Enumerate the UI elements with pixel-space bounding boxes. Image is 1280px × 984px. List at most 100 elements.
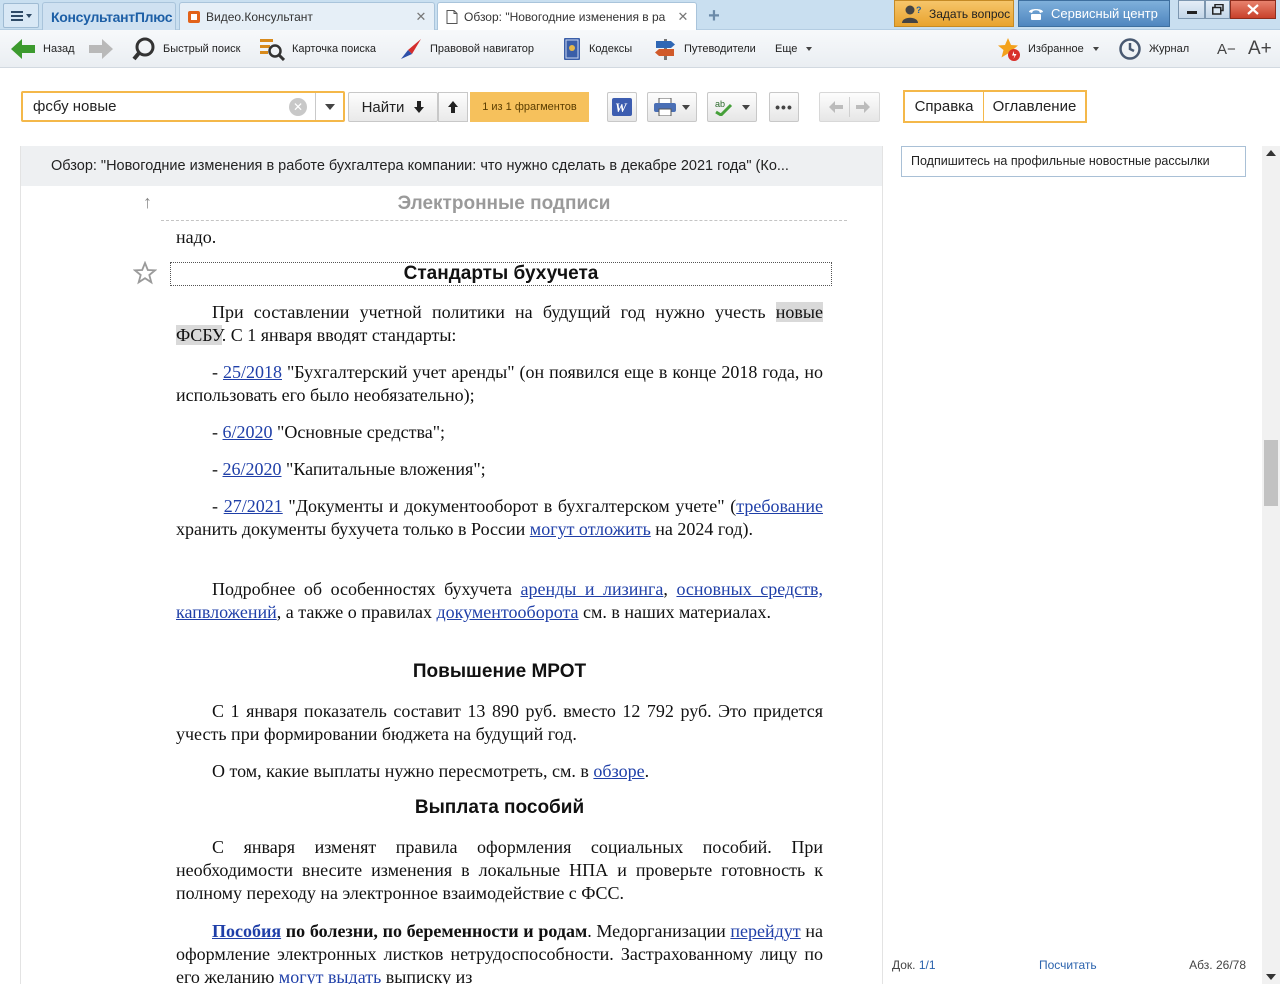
scroll-thumb[interactable] bbox=[1264, 440, 1278, 506]
link-may-postpone[interactable]: могут отложить bbox=[530, 519, 651, 539]
tab-table-of-contents[interactable]: Оглавление bbox=[983, 90, 1087, 123]
clear-icon[interactable]: ✕ bbox=[289, 97, 307, 116]
link-lease-leasing[interactable]: аренды и лизинга bbox=[521, 579, 664, 599]
arrow-up-icon[interactable]: ↑ bbox=[143, 192, 152, 213]
paragraph-mrot-review: О том, какие выплаты нужно пересмотреть,… bbox=[176, 760, 823, 783]
tab-consultant-plus[interactable]: КонсультантПлюс bbox=[42, 2, 176, 30]
person-question-icon: ? bbox=[902, 5, 922, 23]
link-may[interactable]: могут bbox=[279, 967, 324, 984]
scroll-up-arrow-icon[interactable] bbox=[1266, 150, 1276, 156]
quick-search-label: Быстрый поиск bbox=[163, 43, 241, 55]
journal-button[interactable]: Журнал bbox=[1118, 30, 1189, 68]
doc-counter: Док. 1/1 bbox=[892, 958, 936, 972]
arrow-left-icon[interactable] bbox=[829, 101, 843, 113]
back-arrow-icon bbox=[11, 39, 35, 59]
phone-icon bbox=[1029, 8, 1043, 20]
paragraph-more-info: Подробнее об особенностях бухучета аренд… bbox=[176, 578, 823, 624]
font-decrease-label: A− bbox=[1217, 40, 1236, 58]
tab-video-consultant[interactable]: Видео.Консультант ✕ bbox=[179, 2, 435, 30]
main-toolbar: Назад Быстрый поиск Карточка поиска Прав… bbox=[0, 30, 1280, 68]
search-history-dropdown[interactable] bbox=[315, 93, 343, 120]
back-button[interactable]: Назад bbox=[10, 30, 75, 68]
print-button[interactable] bbox=[647, 92, 697, 122]
star-bookmark-icon[interactable] bbox=[133, 261, 157, 285]
svg-text:?: ? bbox=[916, 5, 922, 15]
text: по болезни, по беременности и родам bbox=[281, 921, 588, 941]
spellcheck-button[interactable]: ab bbox=[707, 92, 757, 122]
list-item-fsbu-25-2018: - 25/2018 "Бухгалтерский учет аренды" (о… bbox=[176, 361, 823, 407]
legal-navigator-button[interactable]: Правовой навигатор bbox=[399, 30, 534, 68]
more-label: Еще bbox=[775, 43, 798, 55]
close-window-button[interactable] bbox=[1230, 0, 1276, 19]
favorites-button[interactable]: Избранное bbox=[997, 30, 1099, 68]
star-favorites-icon bbox=[998, 38, 1020, 61]
find-previous-button[interactable] bbox=[438, 92, 468, 122]
guides-button[interactable]: Путеводители bbox=[653, 30, 756, 68]
count-button[interactable]: Посчитать bbox=[1039, 958, 1097, 972]
doc-counter-label: Док. bbox=[892, 958, 916, 972]
more-actions-button[interactable]: ••• bbox=[769, 92, 799, 122]
codexes-label: Кодексы bbox=[589, 43, 633, 55]
search-input[interactable] bbox=[23, 93, 289, 120]
link-fsbu-26-2020[interactable]: 26/2020 bbox=[223, 459, 282, 479]
arrow-up-icon bbox=[448, 101, 458, 113]
minimize-window-button[interactable] bbox=[1178, 0, 1205, 19]
right-info-panel: Подпишитесь на профильные новостные расс… bbox=[883, 146, 1262, 984]
chevron-down-icon bbox=[324, 103, 335, 110]
paragraph-counter: Абз. 26/78 bbox=[1189, 958, 1246, 972]
link-requirement[interactable]: требование bbox=[736, 496, 823, 516]
link-fsbu-27-2021[interactable]: 27/2021 bbox=[224, 496, 283, 516]
arrow-down-icon bbox=[414, 101, 425, 113]
document-icon bbox=[446, 9, 458, 24]
legal-navigator-label: Правовой навигатор bbox=[430, 43, 534, 55]
scroll-down-arrow-icon[interactable] bbox=[1266, 974, 1276, 980]
search-card-label: Карточка поиска bbox=[292, 43, 377, 55]
link-document-flow[interactable]: документооборота bbox=[436, 602, 578, 622]
link-will-switch[interactable]: перейдут bbox=[730, 921, 800, 941]
codexes-button[interactable]: Кодексы bbox=[562, 30, 632, 68]
font-decrease-button[interactable]: A− bbox=[1217, 30, 1236, 68]
ellipsis-icon: ••• bbox=[775, 99, 793, 115]
text: При составлении учетной политики на буду… bbox=[212, 302, 776, 322]
chevron-down-icon bbox=[806, 47, 813, 51]
text: Подробнее об особенностях бухучета bbox=[212, 579, 521, 599]
link-benefits[interactable]: Пособия bbox=[212, 921, 281, 941]
ask-question-button[interactable]: ? Задать вопрос bbox=[894, 0, 1014, 27]
subscribe-newsletter-link[interactable]: Подпишитесь на профильные новостные расс… bbox=[901, 146, 1246, 177]
font-increase-button[interactable]: A+ bbox=[1248, 30, 1272, 68]
magnifier-icon bbox=[132, 37, 155, 61]
text: О том, какие выплаты нужно пересмотреть,… bbox=[212, 761, 594, 781]
close-icon[interactable]: ✕ bbox=[414, 9, 428, 25]
service-center-button[interactable]: Сервисный центр bbox=[1018, 0, 1170, 27]
tab-review-document[interactable]: Обзор: "Новогодние изменения в ра ✕ bbox=[437, 2, 697, 30]
close-icon[interactable]: ✕ bbox=[676, 9, 690, 25]
arrow-right-icon[interactable] bbox=[856, 101, 870, 113]
export-word-button[interactable]: W bbox=[607, 92, 637, 122]
forward-arrow-icon bbox=[89, 39, 113, 59]
main-menu-button[interactable] bbox=[3, 3, 39, 28]
link-fsbu-25-2018[interactable]: 25/2018 bbox=[223, 362, 282, 382]
tab-label: Видео.Консультант bbox=[206, 9, 313, 24]
paragraph-tail: надо. bbox=[176, 227, 217, 247]
forward-button[interactable] bbox=[88, 30, 114, 68]
more-menu-button[interactable]: Еще bbox=[775, 30, 813, 68]
compass-navigator-icon bbox=[401, 39, 421, 59]
ask-question-label: Задать вопрос bbox=[929, 6, 1011, 21]
search-card-icon bbox=[260, 39, 285, 61]
text: см. в наших материалах. bbox=[578, 602, 771, 622]
tab-help[interactable]: Справка bbox=[903, 90, 984, 123]
find-next-button[interactable]: Найти bbox=[348, 92, 438, 122]
text: . Медорганизации bbox=[587, 921, 731, 941]
search-card-button[interactable]: Карточка поиска bbox=[259, 30, 376, 68]
link-issue[interactable]: выдать bbox=[328, 967, 381, 984]
link-fsbu-6-2020[interactable]: 6/2020 bbox=[223, 422, 273, 442]
quick-search-button[interactable]: Быстрый поиск bbox=[132, 30, 240, 68]
text: хранить документы бухучета только в Росс… bbox=[176, 519, 530, 539]
new-tab-plus-icon[interactable]: + bbox=[700, 3, 728, 29]
link-review[interactable]: обзоре bbox=[593, 761, 644, 781]
word-icon: W bbox=[612, 98, 632, 116]
vertical-scrollbar[interactable] bbox=[1262, 146, 1280, 984]
search-highlight: ФСБУ bbox=[176, 325, 222, 345]
section-heading-benefits: Выплата пособий bbox=[414, 797, 585, 818]
restore-window-button[interactable] bbox=[1205, 0, 1230, 19]
